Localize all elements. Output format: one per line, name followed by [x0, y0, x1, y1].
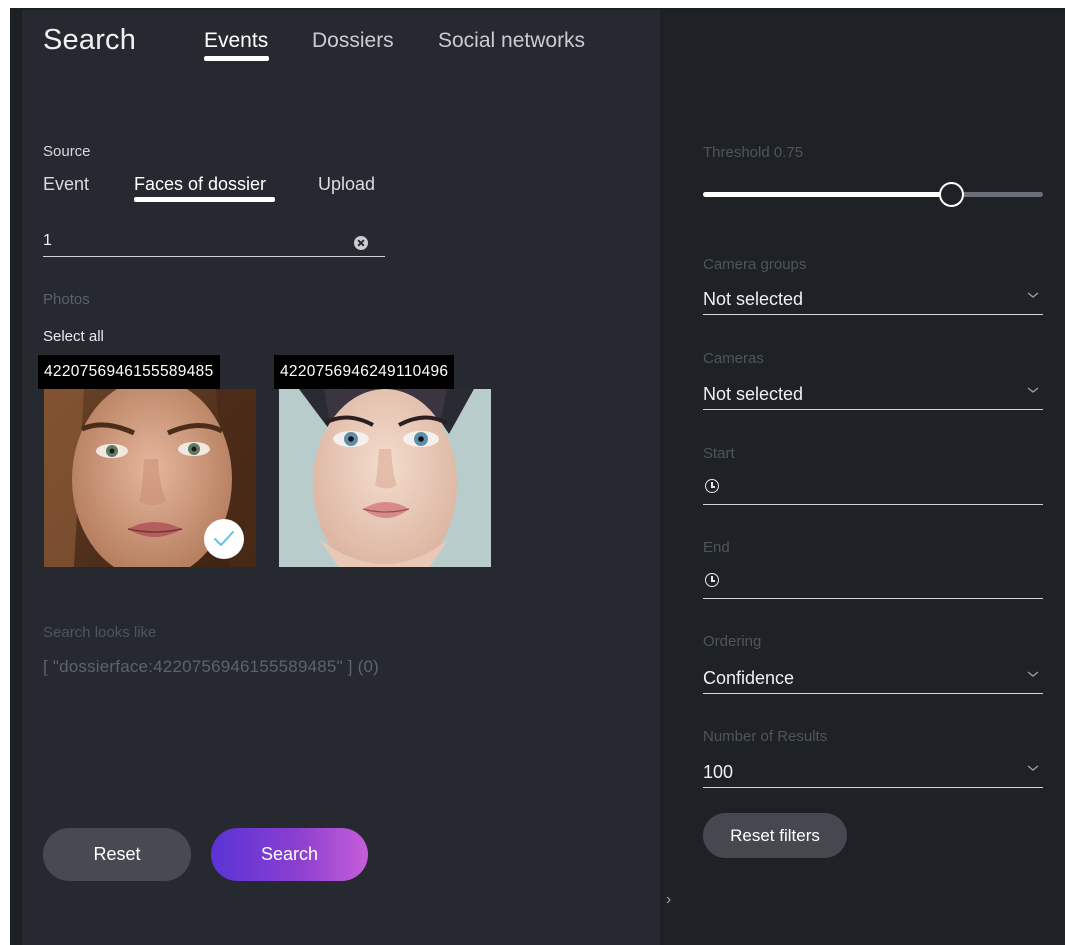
tab-social-networks[interactable]: Social networks [438, 29, 585, 53]
dossier-input[interactable]: 1 [43, 230, 385, 257]
page-title: Search [43, 24, 137, 56]
start-date-field[interactable] [703, 475, 1043, 505]
cameras-value: Not selected [703, 384, 804, 404]
start-label: Start [703, 445, 735, 462]
tab-events[interactable]: Events [204, 29, 268, 53]
end-date-field[interactable] [703, 569, 1043, 599]
dossier-input-value: 1 [43, 232, 52, 249]
chevron-right-icon[interactable]: › [666, 891, 671, 909]
source-tab-underline [134, 197, 275, 202]
face-photo [44, 389, 256, 567]
chevron-down-icon [1027, 292, 1039, 298]
photo-id: 4220756946249110496 [274, 355, 455, 389]
chevron-down-icon [1027, 671, 1039, 677]
camera-groups-value: Not selected [703, 289, 804, 309]
ordering-value: Confidence [703, 668, 795, 688]
source-tab-event[interactable]: Event [43, 174, 89, 195]
search-button[interactable]: Search [211, 828, 368, 881]
number-of-results-label: Number of Results [703, 728, 828, 745]
chevron-down-icon [1027, 765, 1039, 771]
select-all-link[interactable]: Select all [43, 328, 104, 345]
clock-icon [705, 479, 719, 493]
face-photo [279, 389, 491, 567]
camera-groups-select[interactable]: Not selected [703, 285, 1043, 315]
threshold-slider[interactable] [703, 182, 1043, 207]
source-label: Source [43, 143, 91, 160]
ordering-label: Ordering [703, 633, 762, 650]
number-of-results-select[interactable]: 100 [703, 758, 1043, 788]
app-root: Search Events Dossiers Social networks S… [0, 0, 1065, 945]
ordering-select[interactable]: Confidence [703, 664, 1043, 694]
clock-icon [705, 573, 719, 587]
clear-icon[interactable] [354, 236, 368, 250]
chevron-down-icon [1027, 387, 1039, 393]
check-icon [214, 531, 234, 546]
threshold-slider-fill [703, 192, 952, 197]
reset-button[interactable]: Reset [43, 828, 191, 881]
tab-dossiers[interactable]: Dossiers [312, 29, 394, 53]
cameras-select[interactable]: Not selected [703, 380, 1043, 410]
threshold-label: Threshold 0.75 [703, 144, 804, 161]
reset-filters-button[interactable]: Reset filters [703, 813, 847, 858]
number-of-results-value: 100 [703, 762, 734, 782]
photo-id: 4220756946155589485 [38, 355, 220, 389]
end-label: End [703, 539, 730, 556]
photos-label: Photos [43, 291, 90, 308]
selected-check-badge[interactable] [204, 519, 244, 559]
tab-events-underline [204, 56, 269, 61]
search-query-text: [ "dossierface:4220756946155589485" ] (0… [43, 657, 379, 676]
search-query-label: Search looks like [43, 624, 157, 641]
source-tab-upload[interactable]: Upload [318, 174, 375, 195]
camera-groups-label: Camera groups [703, 256, 807, 273]
cameras-label: Cameras [703, 350, 764, 367]
source-tab-faces-of-dossier[interactable]: Faces of dossier [134, 174, 266, 195]
